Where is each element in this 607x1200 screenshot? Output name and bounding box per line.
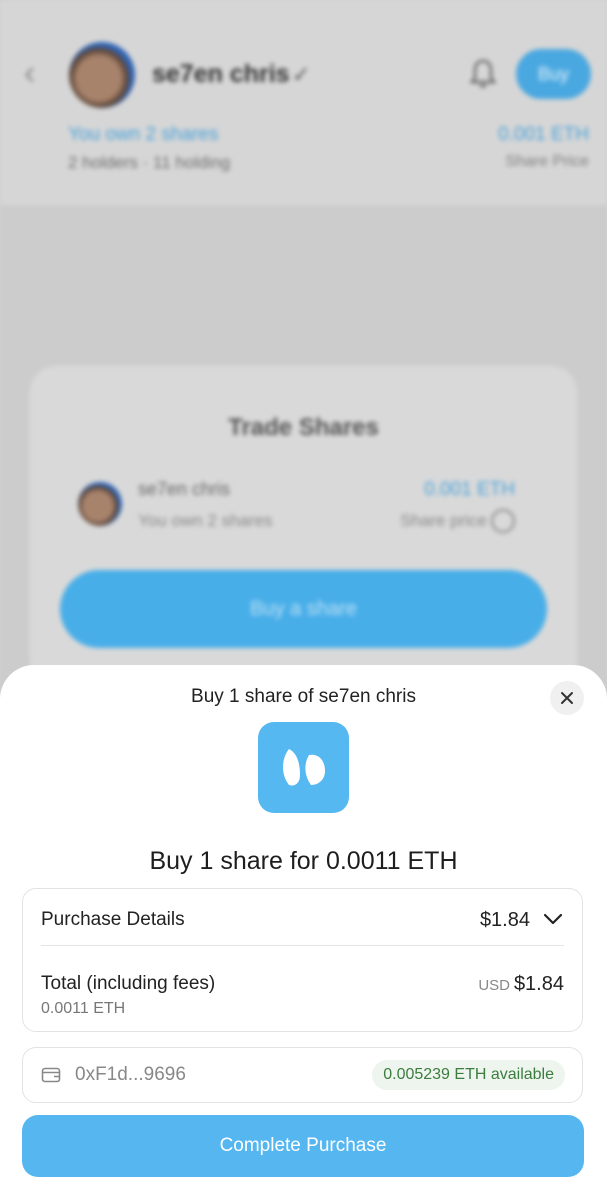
avatar (78, 482, 122, 526)
app-logo (258, 722, 349, 813)
trade-card-name: se7en chris (138, 479, 231, 499)
total-amount: $1.84 (513, 973, 564, 995)
complete-purchase-button[interactable]: Complete Purchase (22, 1115, 584, 1177)
avatar (69, 42, 135, 108)
wallet-address: 0xF1d...9696 (75, 1064, 186, 1085)
purchase-sheet: Buy 1 share of se7en chris Buy 1 share f… (0, 665, 607, 1200)
verified-icon: ✓ (292, 62, 311, 87)
app-logo-icon (282, 748, 325, 786)
total-currency: USD (478, 977, 510, 994)
divider (41, 945, 564, 946)
profile-name: se7en chris (152, 60, 290, 88)
close-button[interactable] (550, 681, 584, 715)
bell-icon[interactable] (468, 58, 498, 90)
purchase-details-label: Purchase Details (41, 909, 185, 930)
balance-badge: 0.005239 ETH available (372, 1060, 565, 1090)
back-arrow-icon[interactable]: ‹ (24, 56, 35, 90)
close-icon (561, 692, 573, 704)
chevron-down-icon[interactable] (542, 911, 564, 927)
trade-card-price: 0.001 ETH (424, 479, 515, 500)
buy-button[interactable]: Buy (516, 49, 591, 99)
owned-shares-text: You own 2 shares (68, 124, 219, 145)
trade-shares-title: Trade Shares (228, 414, 379, 441)
info-icon[interactable] (491, 509, 515, 533)
sheet-title: Buy 1 share of se7en chris (191, 686, 416, 707)
trade-shares-card: Trade Shares se7en chris You own 2 share… (30, 366, 577, 686)
buy-a-share-button[interactable]: Buy a share (60, 570, 547, 648)
share-price: 0.001 ETH (498, 124, 589, 145)
purchase-details-amount: $1.84 (479, 909, 530, 931)
profile-header: ‹ se7en chris ✓ Buy You own 2 shares 2 h… (0, 0, 607, 205)
wallet-selector[interactable]: 0xF1d...9696 0.005239 ETH available (22, 1047, 583, 1103)
trade-card-owned: You own 2 shares (138, 511, 273, 530)
total-eth: 0.0011 ETH (41, 1000, 126, 1017)
total-label: Total (including fees) (41, 973, 216, 994)
share-price-label: Share Price (505, 153, 589, 170)
purchase-headline: Buy 1 share for 0.0011 ETH (149, 847, 458, 875)
wallet-icon (41, 1067, 61, 1083)
trade-card-price-label: Share price (400, 511, 487, 530)
purchase-details-box[interactable]: Purchase Details $1.84 Total (including … (22, 888, 583, 1032)
holders-text: 2 holders · 11 holding (68, 153, 231, 172)
